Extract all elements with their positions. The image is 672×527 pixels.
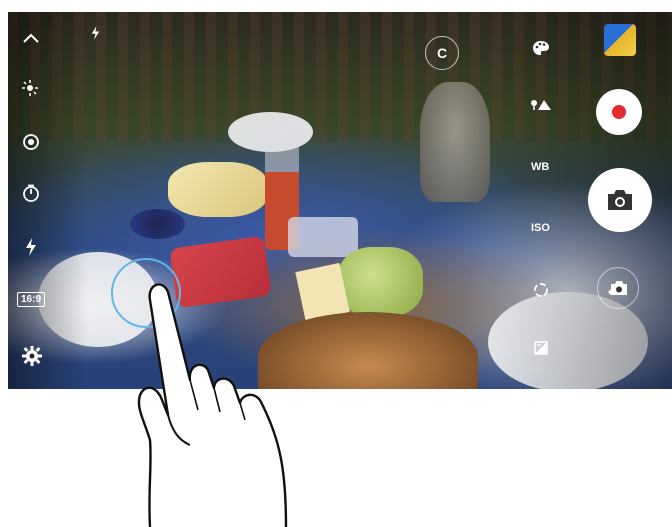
- camera-icon: [608, 190, 632, 210]
- switch-camera-icon: [608, 281, 627, 295]
- mode-label: C: [436, 45, 448, 61]
- vignette: [8, 12, 672, 389]
- exposure-icon[interactable]: [534, 341, 548, 355]
- white-balance-button[interactable]: WB: [531, 161, 549, 173]
- gallery-thumbnail[interactable]: [604, 24, 636, 56]
- capture-button[interactable]: [588, 168, 652, 232]
- mountain-flower-icon[interactable]: [530, 97, 552, 111]
- shutter-speed-icon[interactable]: [533, 282, 549, 298]
- effect-wand-icon[interactable]: [22, 80, 38, 96]
- chevron-up-icon[interactable]: [22, 32, 40, 44]
- mode-button[interactable]: C: [425, 36, 459, 70]
- hand-pointer-illustration: [137, 283, 288, 527]
- flash-icon[interactable]: [25, 238, 37, 256]
- aspect-ratio-label: 16:9: [17, 292, 46, 307]
- camera-viewfinder[interactable]: [8, 12, 672, 389]
- palette-icon[interactable]: [532, 40, 550, 56]
- flash-icon[interactable]: [91, 26, 100, 40]
- iso-button[interactable]: ISO: [531, 222, 550, 234]
- wb-label: WB: [531, 161, 550, 173]
- record-icon: [612, 105, 626, 119]
- gear-icon[interactable]: [22, 346, 42, 366]
- switch-camera-button[interactable]: [597, 267, 639, 309]
- focus-target-icon[interactable]: [22, 133, 40, 151]
- aspect-ratio-button[interactable]: 16:9: [17, 292, 46, 307]
- record-button[interactable]: [596, 89, 642, 135]
- iso-label: ISO: [531, 222, 550, 234]
- timer-icon[interactable]: [22, 184, 40, 202]
